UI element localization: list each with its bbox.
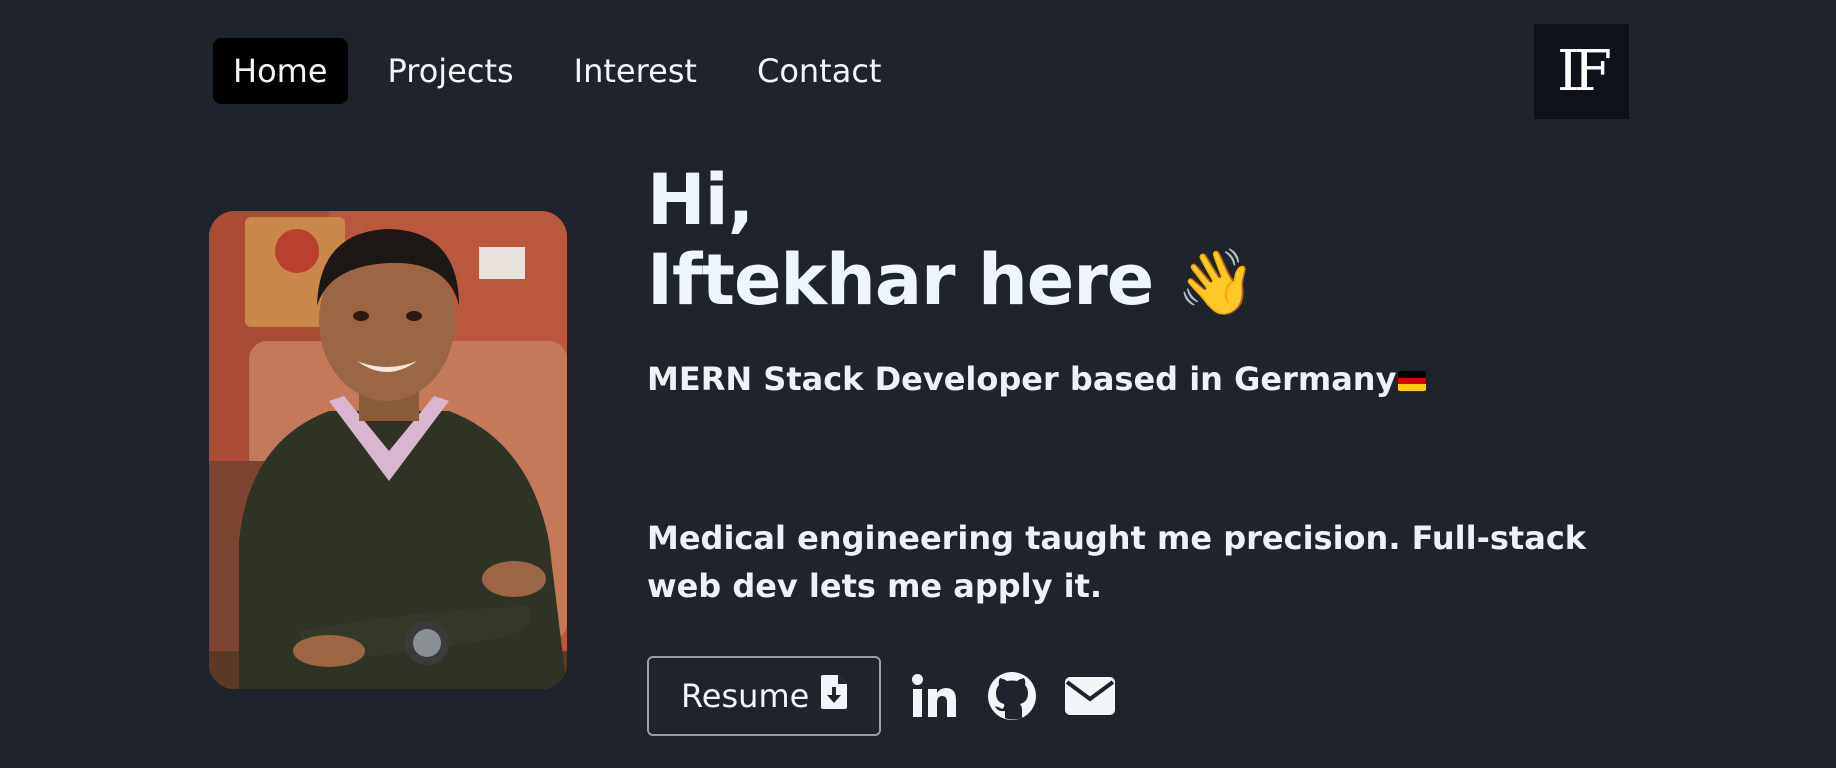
greeting-line-2: Iftekhar here	[647, 239, 1154, 321]
github-icon[interactable]	[987, 671, 1037, 721]
hero-greeting: Hi, Iftekhar here 👋	[647, 160, 1647, 323]
nav-interest[interactable]: Interest	[554, 38, 717, 104]
wave-emoji-icon: 👋	[1176, 246, 1257, 320]
linkedin-icon[interactable]	[909, 671, 959, 721]
envelope-icon[interactable]	[1065, 671, 1116, 721]
nav-home[interactable]: Home	[213, 38, 348, 104]
page: Home Projects Interest Contact IF Hi, If…	[0, 0, 1836, 768]
file-download-icon	[821, 675, 848, 717]
subtitle-text: MERN Stack Developer based in Germany	[647, 360, 1397, 398]
top-nav: Home Projects Interest Contact	[213, 38, 901, 104]
hero-actions: Resume	[647, 656, 1116, 736]
nav-projects[interactable]: Projects	[368, 38, 534, 104]
resume-button[interactable]: Resume	[647, 656, 882, 736]
resume-label: Resume	[681, 677, 810, 715]
greeting-line-1: Hi,	[647, 159, 754, 241]
site-logo[interactable]: IF	[1534, 24, 1629, 119]
profile-photo	[209, 211, 567, 689]
germany-flag-icon	[1398, 371, 1427, 391]
hero-subtitle: MERN Stack Developer based in Germany	[647, 360, 1427, 398]
nav-contact[interactable]: Contact	[737, 38, 902, 104]
hero-intro: Medical engineering taught me precision.…	[647, 519, 1587, 605]
hero-section: Hi, Iftekhar here 👋 MERN Stack Developer…	[647, 160, 1647, 605]
